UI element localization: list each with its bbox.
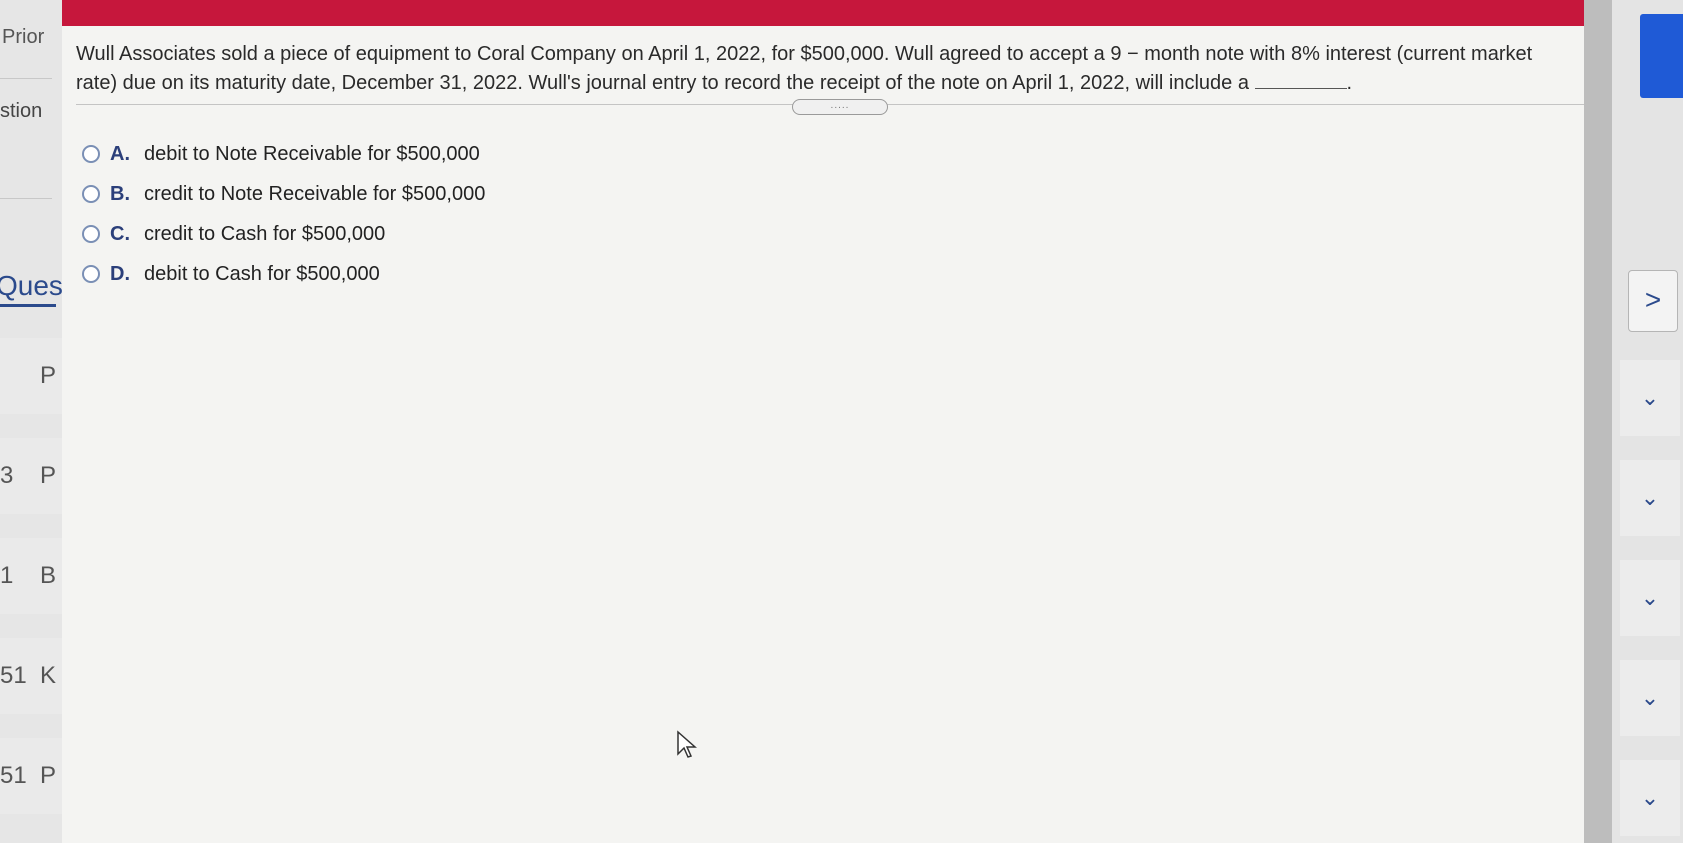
scrollbar[interactable] <box>1584 0 1612 843</box>
resize-grip-handle[interactable]: ..... <box>792 99 888 115</box>
answer-options: A. debit to Note Receivable for $500,000… <box>82 134 485 294</box>
option-letter: A. <box>110 142 130 165</box>
option-text: credit to Cash for $500,000 <box>144 222 386 245</box>
option-c[interactable]: C. credit to Cash for $500,000 <box>82 214 485 254</box>
item-letter: K <box>40 662 57 689</box>
left-sidebar: Prior stion Ques <box>0 0 63 843</box>
option-b[interactable]: B. credit to Note Receivable for $500,00… <box>82 174 485 214</box>
next-arrow-icon[interactable]: > <box>1628 270 1678 332</box>
radio-button[interactable] <box>82 145 100 163</box>
question-period: . <box>1346 72 1353 94</box>
item-number: 1 <box>0 562 14 589</box>
sidebar-divider <box>0 78 52 79</box>
sidebar-question-item[interactable]: 51 K <box>0 638 62 714</box>
sidebar-divider <box>0 198 52 199</box>
radio-button[interactable] <box>82 265 100 283</box>
chevron-down-icon[interactable]: ⌄ <box>1620 660 1680 736</box>
sidebar-question-item[interactable]: P <box>0 338 62 414</box>
option-d[interactable]: D. debit to Cash for $500,000 <box>82 254 485 294</box>
item-letter: B <box>40 562 57 589</box>
chevron-down-icon[interactable]: ⌄ <box>1620 360 1680 436</box>
item-number: 3 <box>0 462 14 489</box>
chevron-down-icon[interactable]: ⌄ <box>1620 460 1680 536</box>
radio-button[interactable] <box>82 225 100 243</box>
prior-label[interactable]: Prior <box>2 26 44 49</box>
question-text: Wull Associates sold a piece of equipmen… <box>76 40 1576 97</box>
questions-tab[interactable]: Ques <box>0 270 63 307</box>
blue-tab[interactable] <box>1640 14 1683 98</box>
radio-button[interactable] <box>82 185 100 203</box>
main-panel <box>52 0 1612 843</box>
mouse-cursor-icon <box>677 730 697 758</box>
chevron-down-icon[interactable]: ⌄ <box>1620 760 1680 836</box>
item-letter: P <box>40 762 57 789</box>
option-a[interactable]: A. debit to Note Receivable for $500,000 <box>82 134 485 174</box>
option-text: debit to Note Receivable for $500,000 <box>144 142 480 165</box>
sidebar-question-item[interactable]: 1 B <box>0 538 62 614</box>
option-letter: B. <box>110 182 130 205</box>
item-number: 51 <box>0 762 27 789</box>
answer-blank <box>1254 68 1347 89</box>
item-letter: P <box>40 362 57 389</box>
top-color-bar <box>52 0 1612 26</box>
option-text: debit to Cash for $500,000 <box>144 262 380 285</box>
option-letter: C. <box>110 222 130 245</box>
item-number: 51 <box>0 662 27 689</box>
sidebar-question-item[interactable]: 3 P <box>0 438 62 514</box>
item-letter: P <box>40 462 57 489</box>
chevron-down-icon[interactable]: ⌄ <box>1620 560 1680 636</box>
section-label: stion <box>0 100 43 122</box>
sidebar-question-item[interactable]: 51 P <box>0 738 62 814</box>
option-text: credit to Note Receivable for $500,000 <box>144 182 486 205</box>
option-letter: D. <box>110 262 130 285</box>
